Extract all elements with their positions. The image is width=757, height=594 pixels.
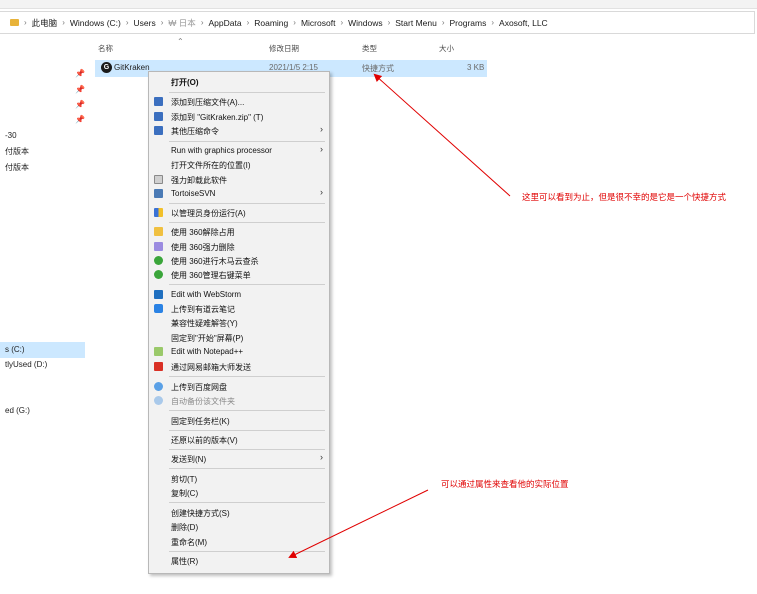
annotation-arrow-properties bbox=[288, 489, 429, 558]
annotation-arrow-shortcut bbox=[373, 73, 511, 197]
annotation-arrows bbox=[288, 73, 511, 558]
annotation-note-properties: 可以通过属性来查看他的实际位置 bbox=[441, 479, 569, 489]
annotation-note-shortcut: 这里可以看到为止，但是很不幸的是它是一个快捷方式 bbox=[522, 192, 727, 202]
